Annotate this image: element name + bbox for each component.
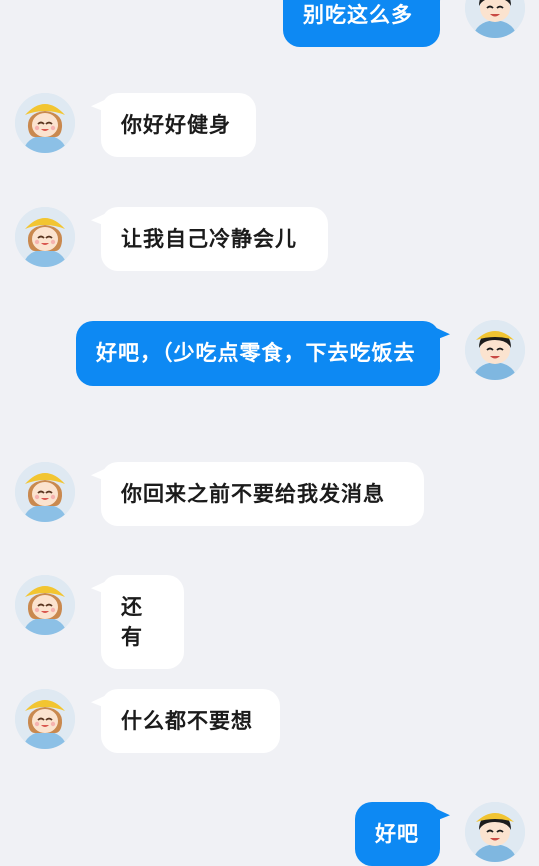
contact-avatar[interactable]: [15, 93, 75, 153]
contact-avatar-self[interactable]: [465, 802, 525, 862]
message-text: 让我自己冷静会儿: [121, 226, 297, 251]
message-bubble-incoming[interactable]: 什么都不要想: [101, 689, 280, 753]
boy-yellow-hat-avatar-icon: [465, 320, 525, 380]
message-bubble-incoming[interactable]: 还有: [101, 575, 184, 669]
message-text: 你回来之前不要给我发消息: [121, 481, 385, 506]
girl-yellow-hat-avatar-icon: [15, 462, 75, 522]
girl-yellow-hat-avatar-icon: [15, 207, 75, 267]
message-text: 你好好健身: [121, 112, 231, 137]
contact-avatar-self[interactable]: [465, 320, 525, 380]
message-bubble-incoming[interactable]: 你好好健身: [101, 93, 256, 157]
message-text: 好吧，（少吃点零食，下去吃饭去: [96, 340, 416, 365]
girl-yellow-hat-avatar-icon: [15, 689, 75, 749]
girl-yellow-hat-avatar-icon: [15, 93, 75, 153]
chat-message-list[interactable]: 别吃这么多 你好好健身 让我自己冷静会儿 好吧，（少吃点零食，下去吃饭去 你回来…: [0, 0, 539, 866]
message-bubble-outgoing[interactable]: 别吃这么多: [283, 0, 440, 47]
boy-yellow-hat-avatar-icon: [465, 0, 525, 38]
girl-yellow-hat-avatar-icon: [15, 575, 75, 635]
contact-avatar[interactable]: [15, 575, 75, 635]
contact-avatar-self[interactable]: [465, 0, 525, 38]
contact-avatar[interactable]: [15, 689, 75, 749]
message-text: 好吧: [375, 821, 419, 846]
contact-avatar[interactable]: [15, 207, 75, 267]
message-bubble-incoming[interactable]: 你回来之前不要给我发消息: [101, 462, 424, 526]
message-text: 还有: [121, 594, 143, 649]
message-bubble-outgoing[interactable]: 好吧，（少吃点零食，下去吃饭去: [76, 321, 440, 386]
message-bubble-outgoing[interactable]: 好吧: [355, 802, 440, 866]
message-text: 别吃这么多: [303, 2, 413, 27]
boy-yellow-hat-avatar-icon: [465, 802, 525, 862]
message-text: 什么都不要想: [121, 708, 253, 733]
message-bubble-incoming[interactable]: 让我自己冷静会儿: [101, 207, 328, 271]
contact-avatar[interactable]: [15, 462, 75, 522]
